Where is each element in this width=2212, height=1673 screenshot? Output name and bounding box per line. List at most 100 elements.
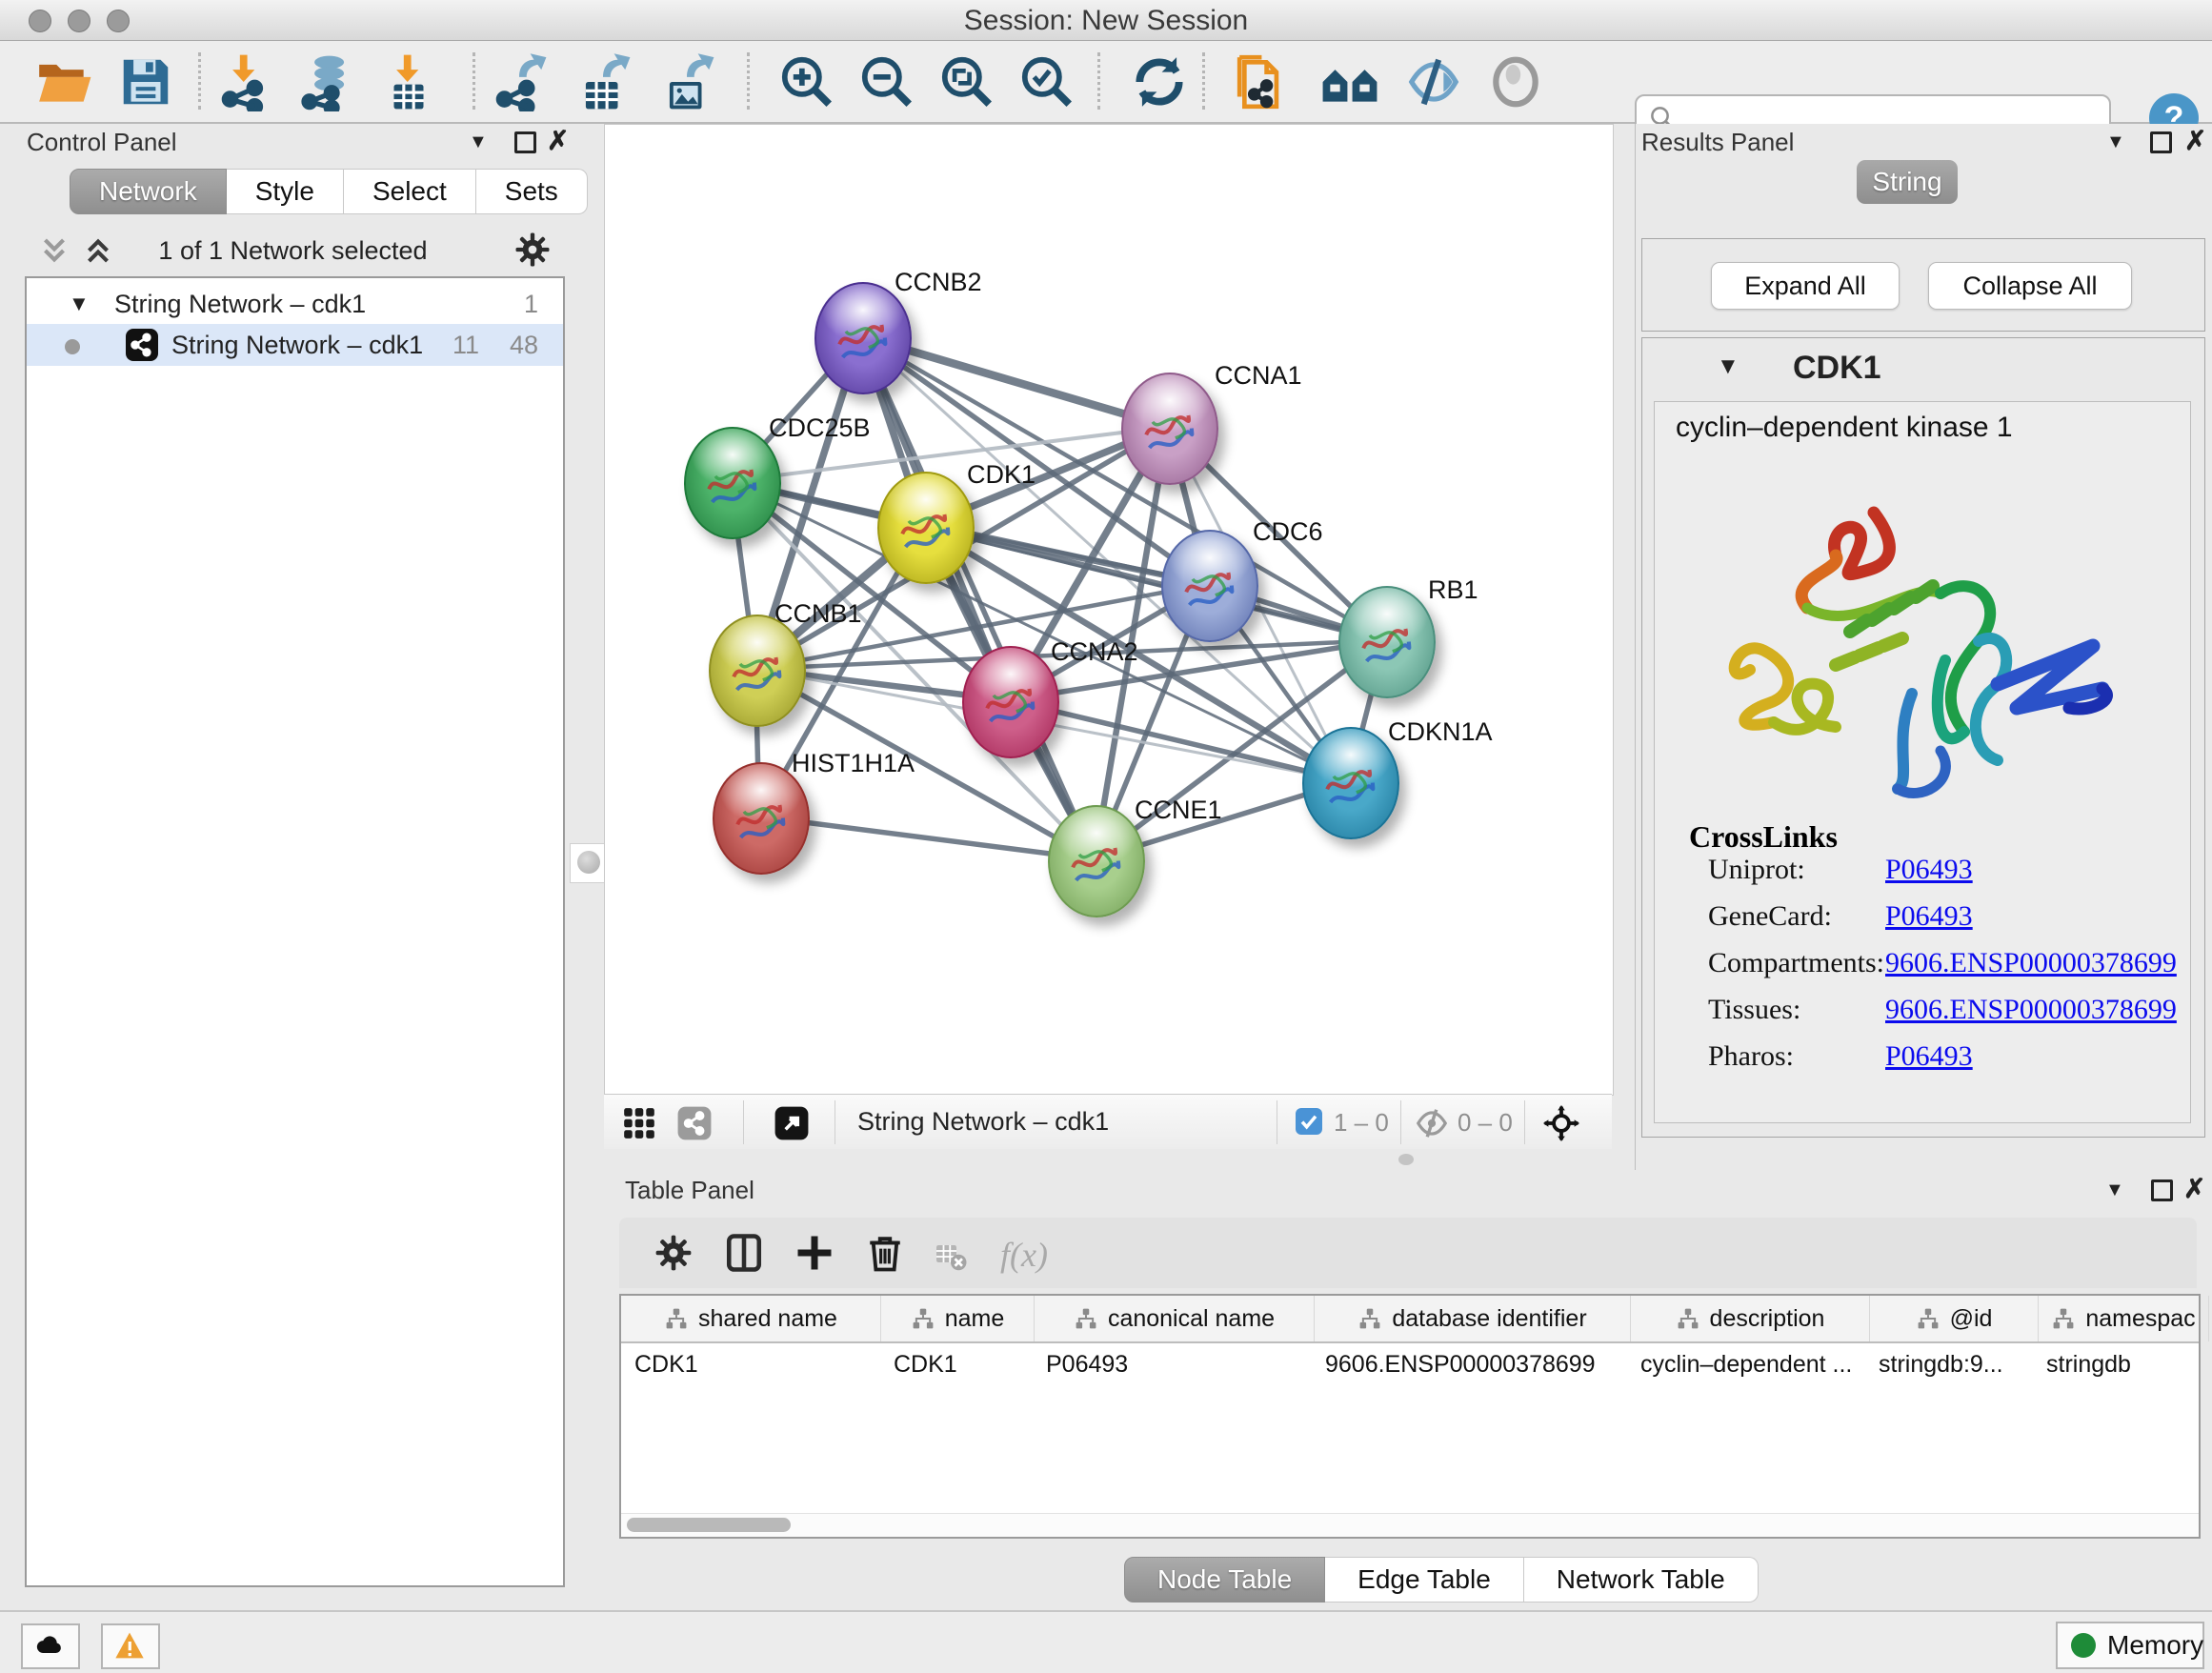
crosslink-link[interactable]: P06493 <box>1885 1040 1973 1073</box>
select-columns-icon[interactable] <box>724 1233 764 1273</box>
table-cell[interactable]: P06493 <box>1033 1343 1312 1385</box>
export-network-icon[interactable] <box>490 52 549 111</box>
control-panel-float-icon[interactable] <box>514 131 536 153</box>
network-node-rb1[interactable] <box>1338 586 1436 698</box>
expand-all-button[interactable]: Expand All <box>1711 262 1900 310</box>
crosslink-link[interactable]: 9606.ENSP00000378699 <box>1885 947 2177 979</box>
collapse-all-button[interactable]: Collapse All <box>1928 262 2132 310</box>
scrollbar-thumb[interactable] <box>627 1518 791 1532</box>
table-panel-float-icon[interactable] <box>2151 1179 2173 1201</box>
crosslink-link[interactable]: 9606.ENSP00000378699 <box>1885 994 2177 1026</box>
results-panel: Results Panel ▼ ✗ String Expand All Coll… <box>1635 124 2212 1170</box>
results-panel-close-icon[interactable]: ✗ <box>2184 130 2206 152</box>
control-panel-collapse-icon[interactable]: ▼ <box>469 131 488 153</box>
tab-string[interactable]: String <box>1857 160 1958 204</box>
selected-checkbox-icon[interactable] <box>1296 1108 1322 1135</box>
network-node-ccna2[interactable] <box>962 646 1059 758</box>
homology-houses-icon[interactable] <box>1320 52 1379 111</box>
table-cell[interactable]: stringdb <box>2033 1343 2202 1385</box>
create-column-icon[interactable] <box>794 1233 835 1273</box>
zoom-fit-icon[interactable] <box>937 52 996 111</box>
warning-status-icon[interactable] <box>101 1623 160 1669</box>
crosslink-link[interactable]: P06493 <box>1885 854 1973 886</box>
import-network-file-icon[interactable] <box>215 52 274 111</box>
show-all-eye-icon[interactable] <box>1486 52 1545 111</box>
toolbar-separator <box>198 52 201 110</box>
network-node-ccna1[interactable] <box>1121 373 1218 485</box>
network-node-cdk1[interactable] <box>877 472 975 584</box>
table-horizontal-scrollbar[interactable] <box>621 1513 2199 1537</box>
zoom-out-icon[interactable] <box>857 52 916 111</box>
gene-section-header[interactable]: ▼ CDK1 <box>1642 338 2204 399</box>
results-panel-float-icon[interactable] <box>2150 131 2172 153</box>
memory-status-dot-icon <box>2071 1633 2096 1658</box>
hide-selection-eye-icon[interactable] <box>1404 52 1463 111</box>
tab-network-table[interactable]: Network Table <box>1524 1557 1759 1602</box>
network-node-ccnb2[interactable] <box>814 282 912 394</box>
table-row[interactable]: CDK1CDK1P064939606.ENSP00000378699cyclin… <box>621 1343 2199 1385</box>
network-node-cdc6[interactable] <box>1161 530 1258 642</box>
table-panel-close-icon[interactable]: ✗ <box>2183 1178 2205 1200</box>
tab-node-table[interactable]: Node Table <box>1124 1557 1325 1602</box>
column-header-namespac[interactable]: namespac <box>2039 1296 2209 1341</box>
memory-label: Memory <box>2107 1630 2203 1661</box>
results-actions-box: Expand All Collapse All <box>1641 238 2205 332</box>
table-header-row: shared namenamecanonical namedatabase id… <box>621 1296 2199 1343</box>
network-node-ccne1[interactable] <box>1048 805 1145 917</box>
birds-eye-grid-icon[interactable] <box>621 1105 657 1141</box>
tab-select[interactable]: Select <box>344 169 476 214</box>
import-table-file-icon[interactable] <box>379 52 438 111</box>
network-row-selected[interactable]: String Network – cdk1 11 48 <box>27 324 563 366</box>
string-import-icon[interactable] <box>1235 52 1294 111</box>
column-header-shared-name[interactable]: shared name <box>621 1296 881 1341</box>
table-cell[interactable]: CDK1 <box>880 1343 1033 1385</box>
table-cell[interactable]: CDK1 <box>621 1343 880 1385</box>
network-node-ccnb1[interactable] <box>709 615 806 727</box>
detach-view-icon[interactable] <box>774 1105 810 1141</box>
apply-function-icon: f(x) <box>1000 1235 1048 1275</box>
network-canvas[interactable]: CCNB2CCNA1CDC25BCDK1CDC6RB1CCNB1CCNA2CDK… <box>604 124 1614 1096</box>
export-image-icon[interactable] <box>657 52 716 111</box>
cloud-status-icon[interactable] <box>21 1623 80 1669</box>
network-node-cdkn1a[interactable] <box>1302 727 1399 839</box>
open-session-icon[interactable] <box>34 52 93 111</box>
column-header--id[interactable]: @id <box>1870 1296 2039 1341</box>
tab-style[interactable]: Style <box>227 169 344 214</box>
network-view-toolbar: String Network – cdk1 1 – 0 0 – 0 <box>604 1094 1612 1151</box>
network-node-cdc25b[interactable] <box>684 427 781 539</box>
delete-column-icon[interactable] <box>865 1233 905 1273</box>
control-panel-close-icon[interactable]: ✗ <box>547 130 569 152</box>
tab-network[interactable]: Network <box>70 169 227 214</box>
crosslink-label: Compartments: <box>1708 947 1884 978</box>
network-overview-icon[interactable] <box>676 1105 713 1141</box>
gene-caret-icon[interactable]: ▼ <box>1717 353 1739 380</box>
collection-caret-icon[interactable]: ▼ <box>69 292 90 316</box>
crosslink-link[interactable]: P06493 <box>1885 900 1973 933</box>
column-header-canonical-name[interactable]: canonical name <box>1035 1296 1315 1341</box>
tab-sets[interactable]: Sets <box>476 169 588 214</box>
zoom-selected-icon[interactable] <box>1017 52 1076 111</box>
table-cell[interactable]: cyclin–dependent ... <box>1627 1343 1865 1385</box>
network-node-hist1h1a[interactable] <box>713 762 810 875</box>
tab-edge-table[interactable]: Edge Table <box>1325 1557 1524 1602</box>
zoom-in-icon[interactable] <box>777 52 836 111</box>
network-options-gear-icon[interactable] <box>513 231 552 269</box>
memory-button[interactable]: Memory <box>2056 1622 2204 1669</box>
refresh-view-icon[interactable] <box>1130 52 1189 111</box>
column-header-description[interactable]: description <box>1631 1296 1870 1341</box>
network-collection-row[interactable]: ▼ String Network – cdk1 1 <box>27 286 563 324</box>
results-panel-collapse-icon[interactable]: ▼ <box>2106 131 2125 153</box>
network-list: ▼ String Network – cdk1 1 String Network… <box>25 276 565 1587</box>
table-cell[interactable]: 9606.ENSP00000378699 <box>1312 1343 1627 1385</box>
export-table-icon[interactable] <box>573 52 633 111</box>
table-settings-gear-icon[interactable] <box>654 1233 694 1273</box>
table-panel-collapse-icon[interactable]: ▼ <box>2105 1179 2124 1201</box>
delete-table-icon[interactable] <box>934 1237 968 1277</box>
pan-crosshair-icon[interactable] <box>1543 1105 1579 1141</box>
save-session-icon[interactable] <box>116 52 175 111</box>
table-cell[interactable]: stringdb:9... <box>1865 1343 2033 1385</box>
column-header-name[interactable]: name <box>881 1296 1035 1341</box>
viewbar-separator <box>743 1100 744 1144</box>
import-network-database-icon[interactable] <box>297 52 356 111</box>
column-header-database-identifier[interactable]: database identifier <box>1315 1296 1631 1341</box>
